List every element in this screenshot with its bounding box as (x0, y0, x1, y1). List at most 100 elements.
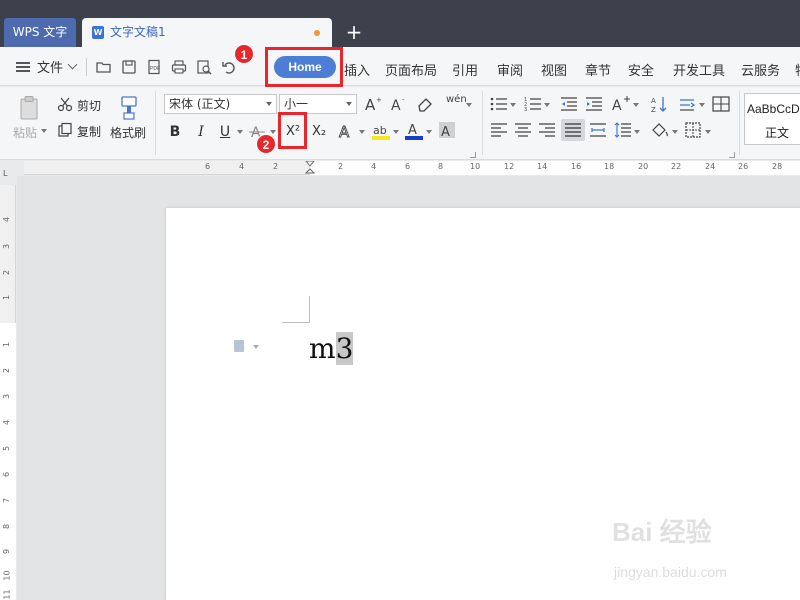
ruler-number: 10 (2, 570, 12, 581)
paste-dropdown-icon[interactable] (41, 129, 47, 133)
step-badge-1: 1 (234, 44, 254, 64)
tab-stop-selector[interactable]: L (3, 169, 7, 178)
align-center-icon[interactable] (514, 122, 532, 138)
indent-marker-icon[interactable] (304, 160, 316, 175)
horizontal-ruler[interactable]: 6 4 2 2 4 6 8 10 12 14 16 18 20 22 24 26… (24, 160, 800, 175)
file-menu[interactable]: 文件 (37, 57, 63, 76)
copy-button[interactable]: 复制 (77, 123, 101, 140)
bullet-list-dropdown-icon[interactable] (510, 103, 516, 107)
watermark-url: jingyan.baidu.com (614, 564, 727, 580)
sort-icon[interactable]: AZ (650, 95, 668, 114)
ruler-number: 2 (2, 269, 12, 276)
shading-icon[interactable] (650, 122, 670, 138)
text-effect-dropdown-icon[interactable] (359, 130, 365, 134)
font-size-select[interactable]: 小一 (279, 94, 357, 114)
document-tab[interactable]: W 文字文稿1 (82, 18, 332, 47)
ruler-number: 4 (239, 162, 245, 171)
italic-button[interactable]: I (191, 122, 211, 142)
change-case-icon[interactable]: A (611, 95, 631, 114)
line-spacing-dropdown-icon[interactable] (634, 130, 640, 134)
borders-icon[interactable] (685, 122, 701, 138)
new-tab-button[interactable]: + (340, 18, 368, 47)
show-hide-marks-icon[interactable] (679, 96, 697, 112)
paste-button[interactable]: 粘贴 (13, 124, 37, 141)
align-left-icon[interactable] (490, 122, 508, 138)
app-tab[interactable]: WPS 文字 (4, 18, 76, 47)
pinyin-dropdown-icon[interactable] (466, 103, 472, 107)
tab-page-layout[interactable]: 页面布局 (385, 60, 437, 79)
justify-icon[interactable] (561, 119, 585, 141)
style-gallery-normal[interactable]: AaBbCcD 正文 (744, 93, 800, 145)
borders-dropdown-icon[interactable] (705, 130, 711, 134)
cut-button[interactable]: 剪切 (77, 97, 101, 114)
print-preview-icon[interactable] (196, 59, 212, 75)
document-text[interactable]: m3 (309, 330, 354, 368)
svg-text:ab: ab (373, 124, 387, 137)
clear-format-icon[interactable] (416, 96, 434, 112)
ruler-number: 26 (738, 162, 749, 171)
tab-special[interactable]: 特 (795, 60, 800, 79)
font-dialog-launcher-icon[interactable] (470, 152, 476, 158)
tab-chapter[interactable]: 章节 (585, 60, 611, 79)
scissors-icon[interactable] (57, 96, 73, 112)
highlight-dropdown-icon[interactable] (393, 130, 399, 134)
paragraph-layout-icon[interactable] (234, 340, 244, 352)
format-painter-button[interactable]: 格式刷 (110, 124, 146, 141)
tab-insert[interactable]: 插入 (344, 60, 370, 79)
tab-references[interactable]: 引用 (452, 60, 478, 79)
copy-icon[interactable] (57, 122, 73, 138)
paragraph-dialog-launcher-icon[interactable] (729, 152, 735, 158)
ruler-number: 3 (2, 393, 12, 400)
tab-developer[interactable]: 开发工具 (673, 60, 725, 79)
distributed-align-icon[interactable] (589, 122, 607, 138)
character-shading-icon[interactable]: A (438, 121, 456, 140)
increase-indent-icon[interactable] (585, 96, 603, 112)
ruler-text-area (0, 323, 16, 600)
font-color-dropdown-icon[interactable] (426, 130, 432, 134)
chevron-down-icon (266, 102, 272, 106)
align-right-icon[interactable] (538, 122, 556, 138)
numbered-list-dropdown-icon[interactable] (544, 103, 550, 107)
text-effect-icon[interactable]: A (337, 122, 355, 142)
font-color-icon[interactable]: A (404, 121, 424, 141)
decrease-indent-icon[interactable] (560, 96, 578, 112)
export-pdf-icon[interactable]: PDF (146, 59, 162, 75)
save-icon[interactable] (121, 59, 137, 75)
bullet-list-icon[interactable] (490, 96, 508, 112)
selected-text: 3 (335, 332, 354, 365)
chevron-down-icon[interactable] (67, 59, 78, 70)
open-folder-icon[interactable] (96, 59, 112, 75)
ruler-number: 7 (2, 497, 12, 504)
tab-review[interactable]: 审阅 (497, 60, 523, 79)
highlight-icon[interactable]: ab (371, 121, 391, 141)
subscript-button[interactable]: X₂ (308, 122, 330, 142)
ruler-number: 9 (2, 548, 12, 555)
line-spacing-icon[interactable] (614, 122, 632, 138)
shrink-font-icon[interactable]: A- (390, 95, 408, 114)
vertical-ruler[interactable]: 4 3 2 1 1 2 3 4 5 6 7 8 9 10 11 (0, 185, 16, 600)
svg-text:-: - (402, 96, 405, 104)
bold-button[interactable]: B (165, 122, 185, 142)
tab-security[interactable]: 安全 (628, 60, 654, 79)
shading-dropdown-icon[interactable] (672, 130, 678, 134)
grow-font-icon[interactable]: A + (364, 95, 382, 114)
undo-icon[interactable] (221, 59, 237, 75)
change-case-dropdown-icon[interactable] (633, 103, 639, 107)
hamburger-icon[interactable] (16, 61, 30, 72)
tab-cloud-service[interactable]: 云服务 (741, 60, 780, 79)
paragraph-layout-dropdown-icon[interactable] (253, 345, 259, 349)
paste-icon[interactable] (18, 95, 40, 121)
pinyin-guide-button[interactable]: wén (446, 94, 467, 105)
font-name-select[interactable]: 宋体 (正文) (164, 94, 277, 114)
strikethrough-dropdown-icon[interactable] (270, 130, 276, 134)
print-icon[interactable] (171, 59, 187, 75)
numbered-list-icon[interactable]: 123 (524, 96, 542, 113)
ruler-number: 10 (470, 162, 481, 171)
show-hide-dropdown-icon[interactable] (699, 103, 705, 107)
format-painter-icon[interactable] (117, 95, 141, 121)
underline-dropdown-icon[interactable] (237, 130, 243, 134)
table-icon[interactable] (712, 96, 730, 112)
text-base: m (309, 332, 336, 365)
tab-view[interactable]: 视图 (541, 60, 567, 79)
underline-button[interactable]: U (215, 122, 235, 142)
